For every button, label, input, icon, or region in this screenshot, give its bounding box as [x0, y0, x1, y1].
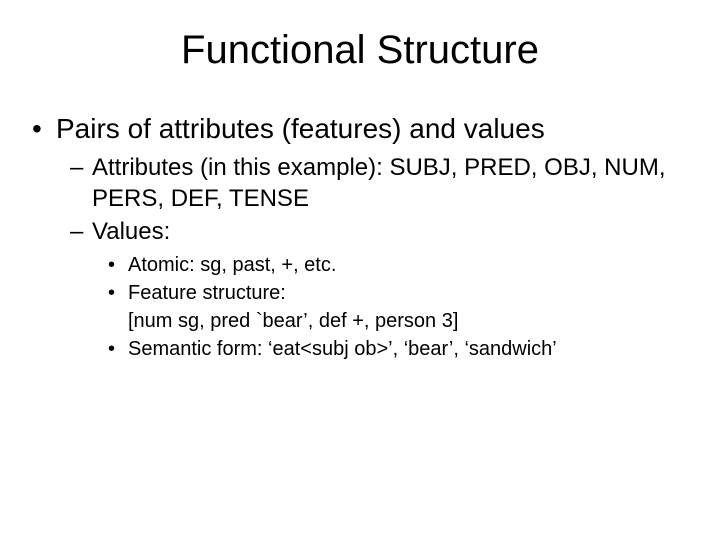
slide-title: Functional Structure — [20, 28, 700, 73]
bullet-atomic: Atomic: sg, past, +, etc. — [128, 252, 700, 279]
bullet-main: Pairs of attributes (features) and value… — [56, 111, 700, 363]
slide: Functional Structure Pairs of attributes… — [0, 0, 720, 540]
bullet-main-text: Pairs of attributes (features) and value… — [56, 113, 545, 144]
bullet-feature-structure-example: [num sg, pred `bear’, def +, person 3] — [128, 308, 700, 335]
bullet-list-level3: Atomic: sg, past, +, etc. Feature struct… — [92, 252, 700, 363]
bullet-list-level1: Pairs of attributes (features) and value… — [20, 111, 700, 363]
bullet-values-text: Values: — [92, 218, 170, 245]
bullet-values: Values: Atomic: sg, past, +, etc. Featur… — [92, 216, 700, 362]
bullet-list-level2: Attributes (in this example): SUBJ, PRED… — [56, 152, 700, 363]
bullet-attributes: Attributes (in this example): SUBJ, PRED… — [92, 152, 700, 214]
bullet-semantic-form: Semantic form: ‘eat<subj ob>’, ‘bear’, ‘… — [128, 336, 700, 363]
bullet-feature-structure-label: Feature structure: — [128, 280, 700, 307]
